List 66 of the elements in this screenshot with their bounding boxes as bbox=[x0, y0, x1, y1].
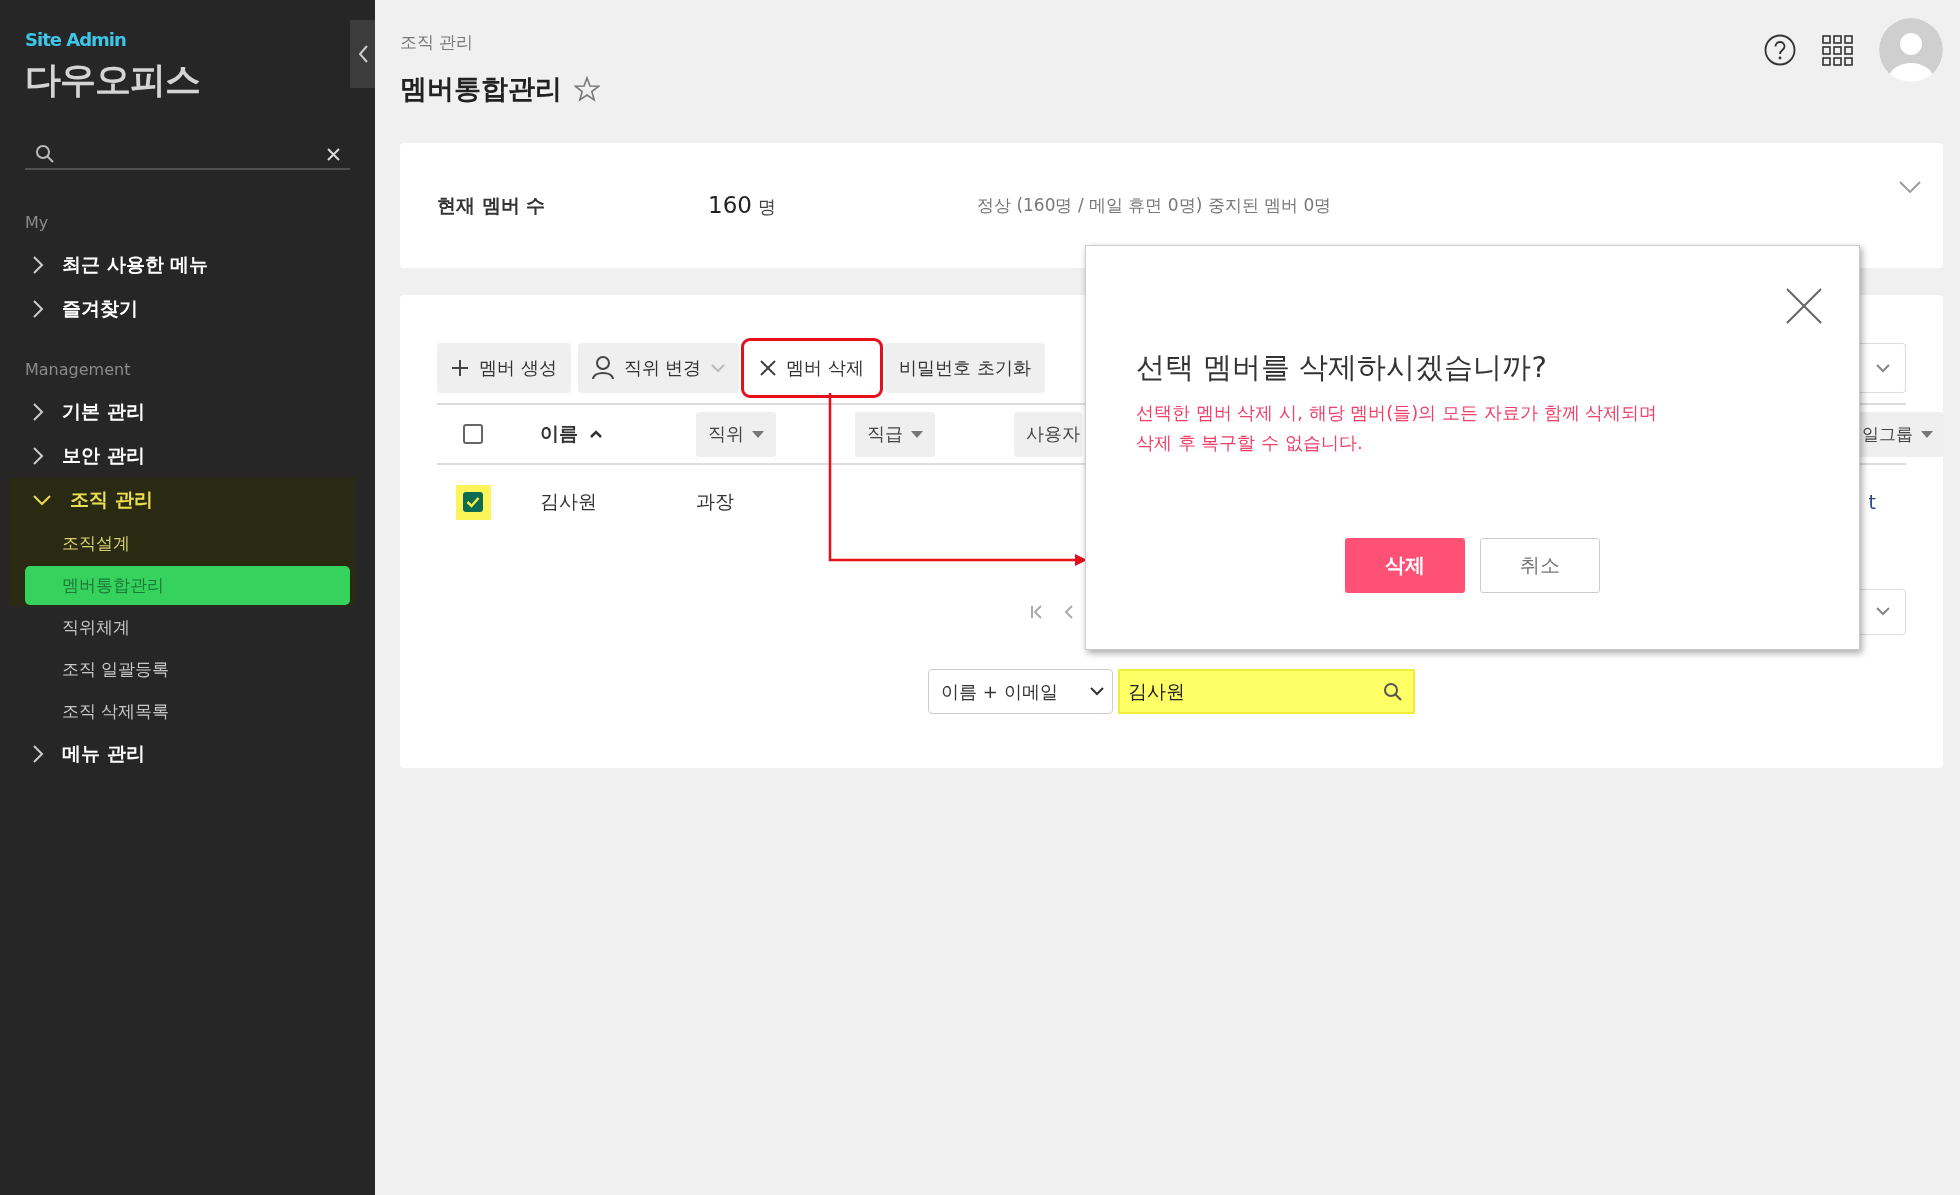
cancel-button[interactable]: 취소 bbox=[1480, 538, 1600, 593]
toolbar-button[interactable]: 비밀번호 초기화 bbox=[885, 343, 1045, 393]
chevron-down-icon bbox=[711, 363, 726, 373]
brand-name: 다우오피스 bbox=[25, 60, 200, 100]
chevron-down-icon bbox=[1090, 687, 1104, 696]
summary-label: 현재 멤버 수 bbox=[437, 192, 547, 218]
menu-item[interactable]: 최근 사용한 메뉴 bbox=[10, 243, 355, 287]
column-filter[interactable]: 일그룹 bbox=[1858, 411, 1943, 457]
menu-item[interactable]: 보안 관리 bbox=[10, 434, 355, 478]
help-icon[interactable] bbox=[1764, 34, 1796, 66]
section-heading: My bbox=[25, 213, 49, 232]
checkbox[interactable] bbox=[463, 492, 483, 512]
search-scope-select[interactable]: 이름 + 이메일 bbox=[928, 669, 1113, 714]
page-title: 멤버통합관리 bbox=[400, 72, 562, 106]
chevron-down-icon bbox=[1875, 363, 1890, 373]
clear-icon[interactable] bbox=[327, 147, 340, 161]
chevron-right-icon bbox=[32, 255, 44, 275]
brand-label: Site Admin bbox=[25, 28, 126, 52]
chevron-down-icon bbox=[1875, 607, 1890, 616]
caret-down-icon bbox=[1921, 430, 1933, 438]
sort-up-icon bbox=[590, 430, 602, 438]
star-icon[interactable] bbox=[574, 76, 600, 102]
toolbar-button[interactable]: 직위 변경 bbox=[577, 343, 740, 393]
chevron-left-icon bbox=[357, 45, 368, 63]
column-header[interactable]: 이름 bbox=[540, 421, 696, 447]
person-icon bbox=[591, 356, 614, 380]
apps-grid-icon[interactable] bbox=[1822, 34, 1853, 66]
table-cell: 과장 bbox=[696, 490, 734, 512]
table-cell: 김사원 bbox=[540, 490, 597, 512]
column-filter[interactable]: 직급 bbox=[855, 411, 935, 457]
search-icon[interactable] bbox=[1383, 681, 1403, 702]
submenu-item[interactable]: 조직 삭제목록 bbox=[25, 691, 350, 731]
search-icon bbox=[35, 144, 55, 164]
close-button[interactable] bbox=[1786, 288, 1822, 324]
column-filter[interactable]: 직위 bbox=[696, 411, 776, 457]
menu-item[interactable]: 메뉴 관리 bbox=[10, 732, 355, 776]
member-count: 160 bbox=[708, 192, 752, 218]
caret-down-icon bbox=[752, 430, 764, 438]
submenu-item[interactable]: 직위체계 bbox=[25, 607, 350, 647]
submenu-item[interactable]: 조직 일괄등록 bbox=[25, 649, 350, 689]
close-icon bbox=[760, 360, 777, 376]
column-filter[interactable]: 사용자 bbox=[1014, 411, 1082, 457]
search-field[interactable]: 김사원 bbox=[1128, 680, 1377, 703]
chevron-right-icon bbox=[32, 299, 44, 319]
menu-item[interactable]: 즐겨찾기 bbox=[10, 287, 355, 331]
chevron-right-icon bbox=[32, 446, 44, 466]
menu-item[interactable]: 조직 관리 bbox=[10, 478, 355, 522]
caret-down-icon bbox=[911, 430, 923, 438]
chevron-down-icon[interactable] bbox=[1899, 181, 1921, 194]
collapse-button[interactable] bbox=[350, 20, 375, 88]
warning-message: 선택한 멤버 삭제 시, 해당 멤버(들)의 모든 자료가 함께 삭제되며 삭제 후 복구할 수 없습니다. bbox=[1136, 401, 1659, 455]
plus-icon bbox=[451, 359, 469, 377]
submenu-item[interactable]: 조직설계 bbox=[25, 523, 350, 563]
breadcrumb: 조직 관리 bbox=[400, 32, 474, 52]
chevron-right-icon bbox=[32, 402, 44, 422]
count-unit: 명 bbox=[757, 195, 776, 219]
chevron-down-icon bbox=[32, 494, 52, 506]
search-box[interactable]: 김사원 bbox=[1118, 669, 1415, 714]
checkbox[interactable] bbox=[463, 424, 483, 444]
menu-item[interactable]: 기본 관리 bbox=[10, 390, 355, 434]
table-cell: t bbox=[1868, 491, 1876, 513]
section-heading: Management bbox=[25, 360, 131, 379]
toolbar-button[interactable]: 멤버 생성 bbox=[437, 343, 571, 393]
dialog-title: 선택 멤버를 삭제하시겠습니까? bbox=[1136, 349, 1547, 386]
chevron-right-icon bbox=[32, 744, 44, 764]
summary-detail: 정상 (160명 / 메일 휴면 0명) 중지된 멤버 0명 bbox=[977, 194, 1332, 217]
